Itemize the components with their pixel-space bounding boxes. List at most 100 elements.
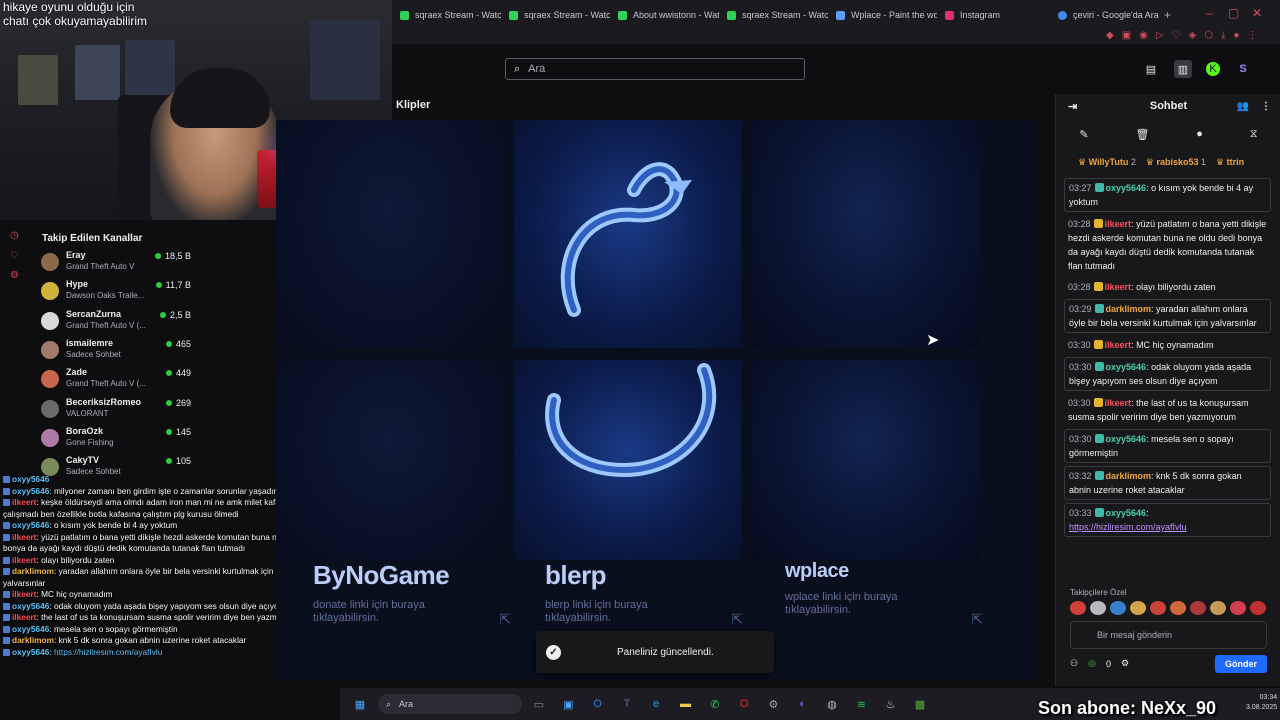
emote-icon[interactable] — [1190, 601, 1206, 615]
menu-icon[interactable]: ⋮ — [1247, 30, 1257, 41]
minecraft-icon[interactable]: ▩ — [911, 695, 929, 713]
windows-start-icon[interactable]: ▦ — [351, 695, 369, 713]
chat-username[interactable]: oxyy5646 — [1106, 362, 1147, 372]
sponsor-bynogame[interactable]: ByNoGame donate linki için buraya tıklay… — [313, 560, 527, 636]
extension-k-icon[interactable]: K — [1206, 62, 1220, 76]
extension-icon[interactable]: ◉ — [1139, 30, 1148, 41]
profile-icon[interactable]: ● — [1233, 30, 1239, 41]
pin-icon[interactable]: ✎ — [1079, 128, 1088, 141]
chat-link[interactable]: https://hizliresim.com/ayafIvlu — [1069, 522, 1187, 532]
chat-username[interactable]: ilkeert — [1105, 282, 1132, 292]
discord-icon[interactable]: ◐ — [794, 695, 812, 713]
chat-input[interactable]: Bir mesaj gönderin — [1070, 621, 1267, 649]
steam-icon[interactable]: ⚙ — [764, 695, 782, 713]
emote-icon[interactable] — [1250, 601, 1266, 615]
file-explorer-icon[interactable]: ▭ — [530, 695, 548, 713]
followed-channel[interactable]: Zade Grand Theft Auto V (... 449 — [41, 366, 191, 394]
download-icon[interactable]: ⤓ — [1221, 30, 1225, 41]
search-input[interactable]: ⌕ Ara — [505, 58, 805, 80]
taskbar-search[interactable]: ⌕ Ara — [378, 694, 522, 714]
viewer-count: 449 — [166, 368, 191, 378]
maximize-icon[interactable]: ▢ — [1228, 6, 1239, 20]
bits-icon[interactable]: ⚇ — [1070, 658, 1078, 669]
browser-tab[interactable]: sqraex Stream - Watc — [501, 0, 610, 30]
emote-icon[interactable] — [1090, 601, 1106, 615]
followed-channel[interactable]: Eray Grand Theft Auto V 18,5 B — [41, 249, 191, 277]
channel-game: Grand Theft Auto V (... — [66, 379, 146, 389]
followed-channel[interactable]: BeceriksizRomeo VALORANT 269 — [41, 396, 191, 424]
browser-tab[interactable]: Instagram — [937, 0, 1046, 30]
badge-icon — [3, 602, 10, 610]
obs-icon[interactable]: ◍ — [823, 695, 841, 713]
followed-channel[interactable]: BoraOzk Gone Fishing 145 — [41, 425, 191, 453]
chat-username[interactable]: ilkeert — [1105, 219, 1132, 229]
gear-icon[interactable]: ⚙ — [1121, 658, 1129, 669]
emote-icon[interactable] — [1130, 601, 1146, 615]
leaderboard-entry[interactable]: ♛ rabisko53 1 — [1146, 157, 1206, 168]
emote-icon[interactable] — [1110, 601, 1126, 615]
emote-icon[interactable] — [1230, 601, 1246, 615]
followed-channel[interactable]: Hype Dawson Oaks Traile... 11,7 B — [41, 278, 191, 306]
clock-icon[interactable]: ◷ — [10, 230, 19, 241]
chat-username[interactable]: darklimom — [1106, 304, 1152, 314]
tab-google[interactable]: çeviri - Google'da Ara — [1058, 0, 1159, 30]
browser-tab[interactable]: About wwistonn - Wat — [610, 0, 719, 30]
minimize-icon[interactable]: – — [1206, 6, 1213, 20]
emote-icon[interactable] — [1170, 601, 1186, 615]
channel-game: VALORANT — [66, 408, 109, 418]
store-icon[interactable]: ▣ — [559, 695, 577, 713]
send-button[interactable]: Gönder — [1214, 655, 1267, 673]
close-icon[interactable]: ✕ — [1252, 6, 1262, 20]
users-icon[interactable]: 👥 — [1237, 101, 1249, 112]
browser-tab[interactable]: Wplace - Paint the wo — [828, 0, 937, 30]
more-icon[interactable]: ⋮ — [1261, 101, 1271, 112]
chat-message: 03:28 ilkeert: olayı biliyordu zaten — [1068, 282, 1216, 292]
teams-icon[interactable]: T — [618, 695, 636, 713]
chat-username[interactable]: oxyy5646 — [1106, 434, 1147, 444]
chat-bubble-icon[interactable]: ● — [1196, 128, 1203, 141]
folder-icon[interactable]: ▬ — [677, 695, 695, 713]
new-tab-button[interactable]: + — [1164, 8, 1171, 22]
heart-icon[interactable]: ♡ — [10, 250, 19, 261]
extension-icon[interactable]: ◈ — [1189, 30, 1197, 41]
leaderboard-entry[interactable]: ♛ WillyTutu 2 — [1078, 157, 1136, 168]
browser-tab[interactable]: sqraex Stream - Watc — [392, 0, 501, 30]
chat-username[interactable]: ilkeert — [1105, 340, 1132, 350]
chat-username[interactable]: oxyy5646 — [1106, 183, 1147, 193]
emote-icon[interactable] — [1150, 601, 1166, 615]
followed-channel[interactable]: SercanZurna Grand Theft Auto V (... 2,5 B — [41, 308, 191, 336]
chat-link[interactable]: https://hizliresim.com/ayafIvlu — [54, 647, 162, 657]
emote-icon[interactable] — [1070, 601, 1086, 615]
spotify-icon[interactable]: ≋ — [852, 695, 870, 713]
chat-username[interactable]: darklimom — [1106, 471, 1152, 481]
extension-icon[interactable]: ⬡ — [1204, 30, 1213, 41]
steam-client-icon[interactable]: ♨ — [882, 695, 900, 713]
hourglass-icon[interactable]: ⧖ — [1250, 128, 1258, 141]
extension-s-icon[interactable]: S — [1234, 60, 1252, 78]
gear-icon[interactable]: ⚙ — [10, 270, 19, 281]
leaderboard-entry[interactable]: ♛ ttrin — [1216, 157, 1244, 168]
extension-icon[interactable]: ▷ — [1156, 30, 1164, 41]
collapse-chat-icon[interactable]: ⇥ — [1068, 100, 1077, 113]
chat-username[interactable]: ilkeert — [1105, 398, 1132, 408]
screen: hikaye oyunu olduğu için chatı çok okuya… — [0, 0, 1280, 720]
outlook-icon[interactable]: O — [589, 695, 607, 713]
extension-icon[interactable]: ▣ — [1122, 30, 1131, 41]
topbar-icons: ▤ ▥ K S — [1142, 60, 1252, 78]
activity-icon[interactable]: ▥ — [1174, 60, 1192, 78]
sponsor-wplace[interactable]: wplace wplace linki için buraya tıklayab… — [785, 560, 999, 636]
browser-tab[interactable]: sqraex Stream - Watc — [719, 0, 828, 30]
trash-icon[interactable]: 🗑 — [1135, 128, 1149, 141]
extension-icon[interactable]: ◆ — [1106, 30, 1114, 41]
edge-icon[interactable]: e — [647, 695, 665, 713]
clock[interactable]: 03:34 3.08.2025 — [1246, 693, 1277, 713]
chat-username[interactable]: oxyy5646 — [1106, 508, 1147, 518]
whatsapp-icon[interactable]: ✆ — [706, 695, 724, 713]
opera-icon[interactable]: O — [735, 695, 753, 713]
inventory-icon[interactable]: ▤ — [1142, 60, 1160, 78]
heart-icon[interactable]: ♡ — [1172, 30, 1181, 41]
sponsor-blerp[interactable]: blerp blerp linki için buraya tıklayabil… — [545, 560, 759, 636]
points-icon[interactable]: ◎ — [1088, 658, 1096, 669]
followed-channel[interactable]: ismailemre Sadece Sohbet 465 — [41, 337, 191, 365]
emote-icon[interactable] — [1210, 601, 1226, 615]
